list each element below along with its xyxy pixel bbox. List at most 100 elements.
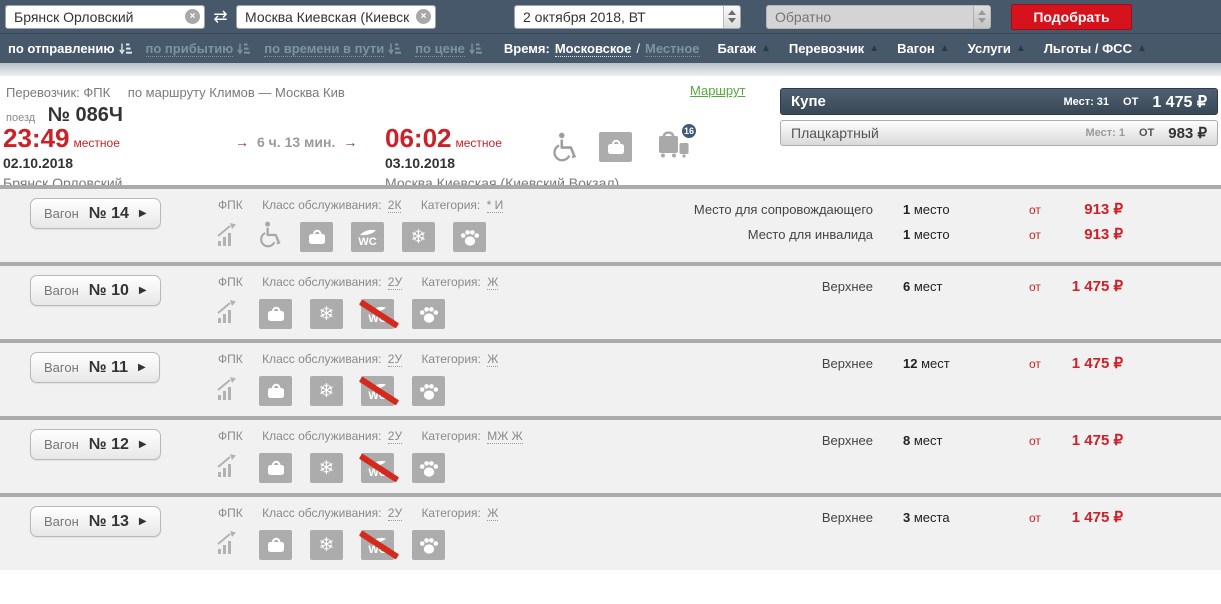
date-stepper[interactable]	[723, 6, 740, 28]
date-input[interactable]	[514, 5, 741, 29]
wagon-number: № 11	[89, 359, 128, 377]
snowflake-icon: ❄	[310, 376, 343, 406]
car-meta-line: ФПК Класс обслуживания: 2К Категория: * …	[218, 198, 519, 212]
filter-label: Льготы / ФСС	[1044, 41, 1132, 56]
wagon-button[interactable]: Вагон № 12 ▶	[30, 429, 161, 460]
car-icon-row: ❄WC	[215, 451, 445, 485]
wc-crossed-icon: WC	[361, 299, 394, 329]
seat-price[interactable]: 1 475 ₽	[1051, 277, 1123, 295]
sort-icon	[388, 43, 401, 55]
filter-baggage[interactable]: Багаж ▲	[718, 41, 771, 56]
snowflake-icon: ❄	[310, 299, 343, 329]
wc-crossed-icon: WC	[361, 376, 394, 406]
chevron-up-icon: ▲	[761, 43, 771, 54]
seat-price[interactable]: 913 ₽	[1051, 200, 1123, 218]
route-link[interactable]: Маршрут	[690, 83, 745, 98]
sort-by-price[interactable]: по цене	[415, 41, 482, 57]
filter-carrier[interactable]: Перевозчик ▲	[789, 41, 879, 56]
carrier-label: Перевозчик: ФПК	[6, 85, 110, 100]
category-label: Категория:	[421, 275, 480, 289]
return-up-icon[interactable]	[978, 10, 986, 15]
service-class-value[interactable]: 2У	[388, 506, 402, 521]
wagon-button[interactable]: Вагон № 13 ▶	[30, 506, 161, 537]
chart-icon	[215, 376, 241, 407]
seat-price[interactable]: 1 475 ₽	[1051, 508, 1123, 526]
service-class-value[interactable]: 2У	[388, 275, 402, 290]
category-value[interactable]: МЖ Ж	[487, 429, 523, 444]
seat-count: 6 мест	[873, 279, 993, 294]
category-value[interactable]: * И	[487, 198, 504, 213]
car-seats: Верхнее6 местот1 475 ₽	[553, 277, 1123, 295]
search-submit-button[interactable]: Подобрать	[1011, 4, 1132, 30]
seat-price[interactable]: 913 ₽	[1051, 225, 1123, 243]
chevron-up-icon: ▲	[1137, 43, 1147, 54]
service-class-value[interactable]: 2К	[388, 198, 402, 213]
class-price: 1 475 ₽	[1152, 92, 1207, 112]
pets-icon	[453, 222, 486, 252]
swap-stations-icon[interactable]: ⇄	[205, 7, 236, 27]
sort-icon	[469, 43, 482, 55]
category-value[interactable]: Ж	[487, 506, 498, 521]
class-option-kupe[interactable]: Купе Мест: 31 ОТ 1 475 ₽	[780, 88, 1218, 115]
to-field-wrap: ×	[236, 5, 436, 29]
pets-icon	[412, 453, 445, 483]
class-price: 983 ₽	[1168, 124, 1207, 142]
date-up-icon[interactable]	[728, 10, 736, 15]
return-date-field-wrap	[766, 5, 991, 29]
seat-price[interactable]: 1 475 ₽	[1051, 431, 1123, 449]
filter-benefits[interactable]: Льготы / ФСС ▲	[1044, 41, 1147, 56]
sort-by-travel-time[interactable]: по времени в пути	[264, 41, 401, 57]
wagon-button[interactable]: Вагон № 11 ▶	[30, 352, 160, 383]
car-row: Вагон № 12 ▶ ФПК Класс обслуживания: 2У …	[0, 416, 1221, 493]
filter-car[interactable]: Вагон ▲	[897, 41, 950, 56]
sort-by-departure[interactable]: по отправлению	[8, 41, 132, 56]
car-seats: Верхнее12 местот1 475 ₽	[553, 354, 1123, 372]
filter-services[interactable]: Услуги ▲	[968, 41, 1026, 56]
train-feature-icons: 16	[552, 129, 689, 164]
baggage-icon	[259, 376, 292, 406]
from-station-input[interactable]	[5, 5, 205, 29]
seat-count: 12 мест	[873, 356, 993, 371]
seat-type: Верхнее	[553, 356, 873, 371]
car-list: Вагон № 14 ▶ ФПК Класс обслуживания: 2К …	[0, 185, 1221, 570]
clear-to-icon[interactable]: ×	[416, 9, 431, 24]
category-value[interactable]: Ж	[487, 352, 498, 367]
filter-label: Перевозчик	[789, 41, 864, 56]
return-date-stepper[interactable]	[973, 6, 990, 28]
wheelchair-icon	[552, 132, 578, 162]
play-icon: ▶	[139, 439, 147, 450]
sort-icon	[237, 43, 250, 55]
return-down-icon[interactable]	[978, 18, 986, 23]
class-seats: Мест: 31	[1063, 96, 1109, 108]
car-row: Вагон № 11 ▶ ФПК Класс обслуживания: 2У …	[0, 339, 1221, 416]
wagon-button[interactable]: Вагон № 14 ▶	[30, 198, 161, 229]
service-class-value[interactable]: 2У	[388, 429, 402, 444]
from-field-wrap: ×	[5, 5, 205, 29]
car-meta-line: ФПК Класс обслуживания: 2У Категория: МЖ…	[218, 429, 539, 443]
sort-label: по цене	[415, 41, 465, 57]
clear-from-icon[interactable]: ×	[185, 9, 200, 24]
service-class-label: Класс обслуживания:	[262, 429, 381, 443]
sort-by-arrival[interactable]: по прибытию	[146, 41, 251, 57]
return-date-input[interactable]	[766, 5, 991, 29]
header-gradient-strip	[0, 63, 1221, 76]
category-value[interactable]: Ж	[487, 275, 498, 290]
filter-label: Багаж	[718, 41, 756, 56]
time-moscow-toggle[interactable]: Московское	[555, 41, 632, 57]
car-icon-row: ❄ WC	[215, 374, 445, 408]
wc-crossed-icon: WC	[361, 453, 394, 483]
to-station-input[interactable]	[236, 5, 436, 29]
wagon-button[interactable]: Вагон № 10 ▶	[30, 275, 161, 306]
time-local-toggle[interactable]: Местное	[645, 41, 700, 57]
service-class-value[interactable]: 2У	[388, 352, 402, 367]
class-option-platzkart[interactable]: Плацкартный Мест: 1 ОТ 983 ₽	[780, 120, 1218, 146]
play-icon: ▶	[139, 208, 147, 219]
date-down-icon[interactable]	[728, 18, 736, 23]
car-icon-row: WC❄	[215, 220, 486, 254]
pets-icon	[412, 530, 445, 560]
class-name: Купе	[791, 93, 1063, 110]
service-class-label: Класс обслуживания:	[262, 352, 381, 366]
price-from-label: от	[1029, 434, 1051, 448]
class-name: Плацкартный	[791, 125, 1085, 141]
seat-price[interactable]: 1 475 ₽	[1051, 354, 1123, 372]
